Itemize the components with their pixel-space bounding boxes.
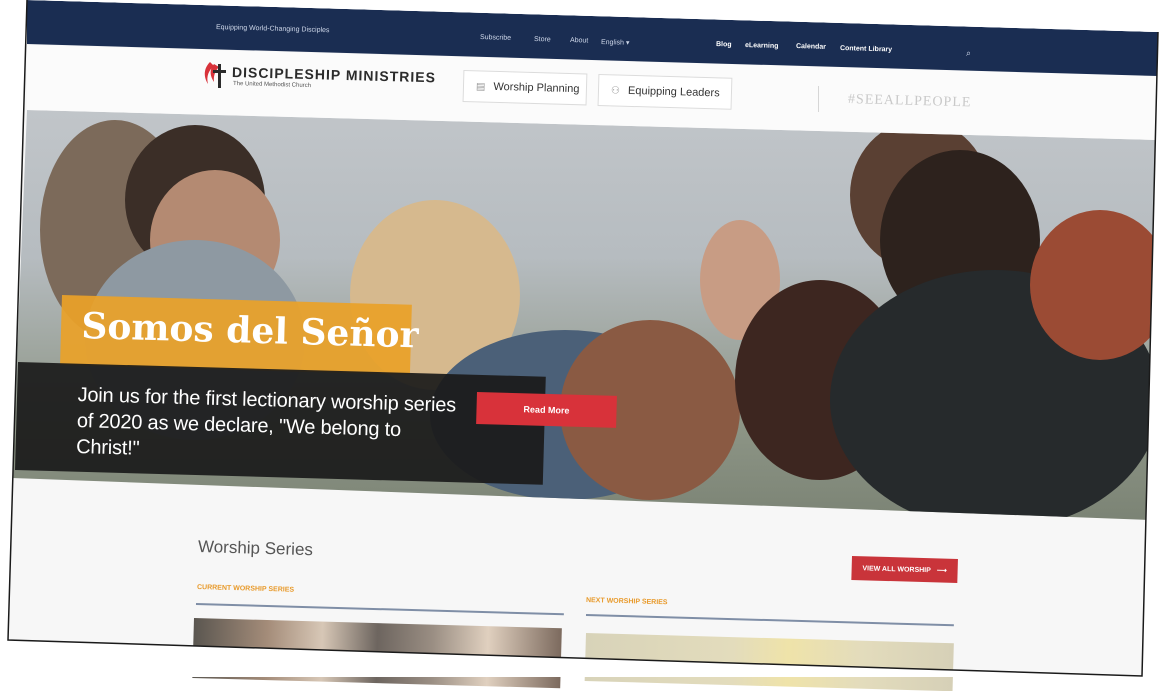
screen-frame — [0, 0, 1160, 677]
